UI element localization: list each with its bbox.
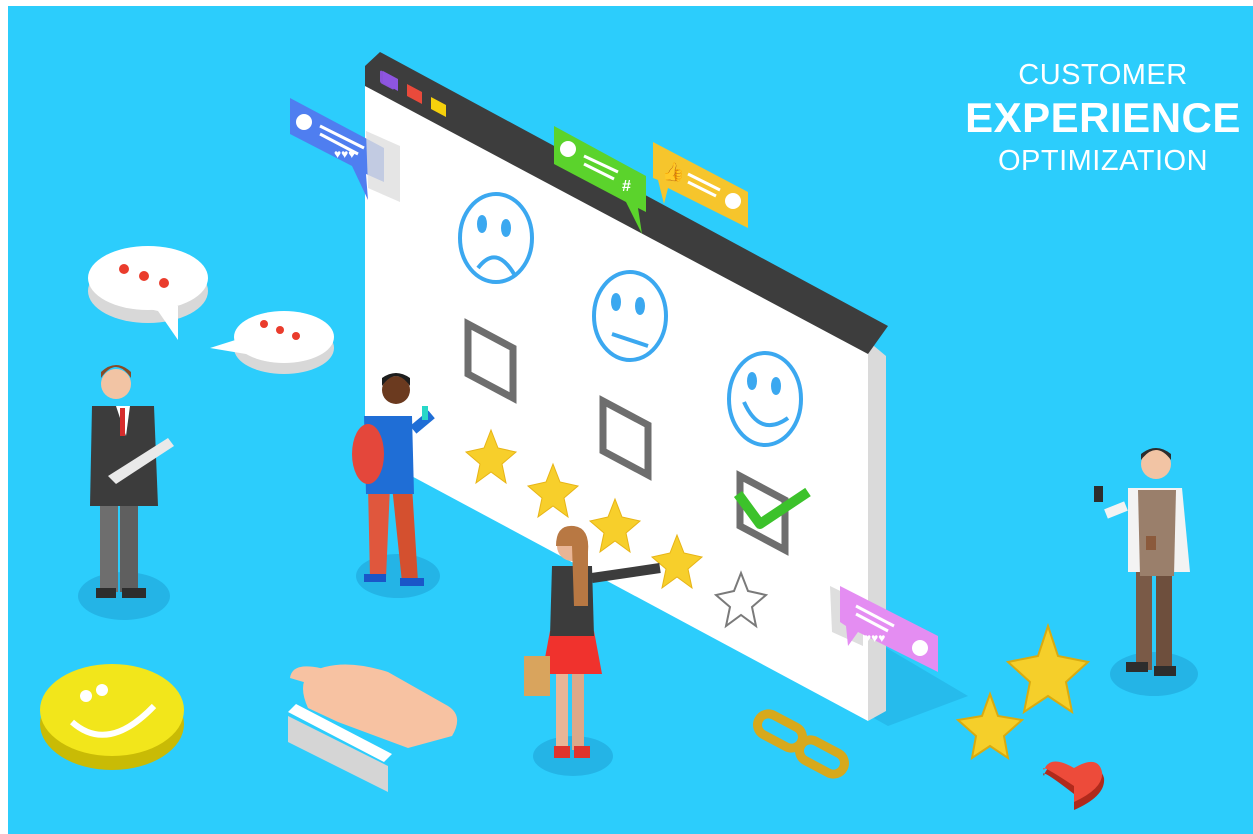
headline: CUSTOMER EXPERIENCE OPTIMIZATION [958, 58, 1248, 178]
survey-board [365, 52, 888, 721]
headline-line-1: CUSTOMER [1018, 59, 1188, 91]
headline-line-2: EXPERIENCE [965, 94, 1241, 141]
heart-icon [1043, 761, 1105, 810]
svg-text:♥♥♥: ♥♥♥ [864, 631, 885, 645]
man-with-laptop-figure [78, 365, 174, 620]
svg-text:♥♥♥: ♥♥♥ [334, 147, 355, 161]
gold-stars-icon [955, 622, 1091, 761]
headline-line-3: OPTIMIZATION [997, 145, 1209, 177]
smiley-coin-icon [40, 664, 184, 770]
svg-text:👍: 👍 [662, 161, 684, 182]
thumbs-up-icon [288, 664, 458, 792]
speech-bubble-large-icon [88, 246, 208, 340]
chain-link-icon [753, 709, 849, 779]
illustration-scene: ♥♥♥ # 👍 ♥♥♥ CUSTOMER EXPERIENCE OPTIMIZA… [8, 6, 1253, 834]
speech-bubble-small-icon [210, 311, 334, 374]
svg-text:#: # [622, 178, 631, 195]
man-with-phone-figure [1094, 448, 1198, 696]
